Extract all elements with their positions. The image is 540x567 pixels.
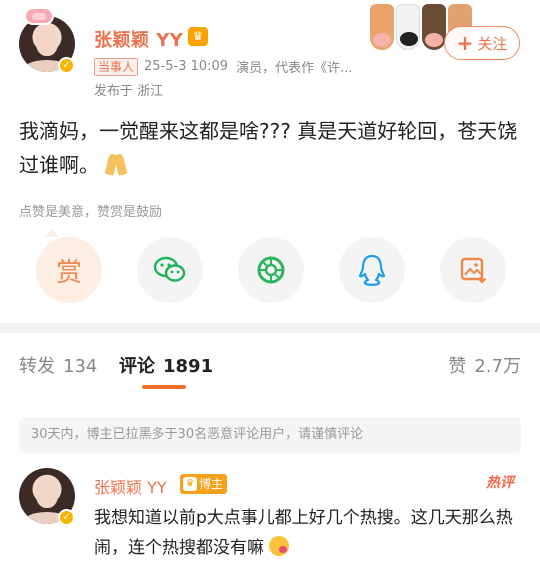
- share-moments-button[interactable]: [238, 237, 304, 303]
- tab-repost-count: 134: [63, 356, 98, 377]
- section-divider: [0, 323, 540, 333]
- share-row: 赏: [19, 237, 521, 303]
- tab-like-label: 赞: [448, 356, 467, 377]
- author-description: 演员，代表作《许...: [236, 61, 353, 76]
- vip-crown-icon: ♛: [188, 27, 208, 46]
- post-body: 我滴妈，一觉醒来这都是啥??? 真是天道好轮回，苍天饶过谁啊。: [19, 114, 521, 182]
- hot-comment-badge: 热评: [486, 475, 514, 491]
- comment-body: 我想知道以前p大点事儿都上好几个热搜。这几天那么热闹，连个热搜都没有嘛: [94, 503, 524, 563]
- tooltip-caret: [45, 229, 59, 237]
- post-text: 我滴妈，一觉醒来这都是啥??? 真是天道好轮回，苍天饶过谁啊。: [19, 119, 518, 177]
- verified-icon: ✓: [58, 57, 75, 74]
- reward-hint: 点赞是美意，赞赏是鼓励: [19, 205, 163, 220]
- tab-repost-label: 转发: [19, 356, 55, 377]
- active-tab-indicator: [142, 385, 186, 389]
- tab-like-count: 2.7万: [474, 356, 521, 377]
- commenter-name[interactable]: 张颖颖 YY: [94, 474, 167, 498]
- author-meta: 当事人 25-5-3 10:09 演员，代表作《许...: [94, 57, 352, 76]
- crown-icon: ♛: [183, 477, 197, 491]
- host-badge: ♛ 博主: [180, 474, 228, 494]
- post-timestamp: 25-5-3 10:09: [144, 59, 229, 74]
- plus-icon: +: [456, 31, 474, 55]
- follow-label: 关注: [477, 34, 508, 53]
- avatar-pendant-icon: [24, 7, 54, 25]
- pray-emoji-icon: [105, 153, 127, 175]
- comment-notice: 30天内，博主已拉黑多于30名恶意评论用户，请谨慎评论: [19, 417, 521, 453]
- paw-icon: [370, 4, 394, 50]
- follow-button[interactable]: + 关注: [444, 26, 520, 60]
- author-name[interactable]: 张颖颖 YY: [94, 26, 183, 52]
- host-badge-label: 博主: [199, 477, 224, 491]
- tab-repost[interactable]: 转发 134: [19, 352, 97, 378]
- reward-button[interactable]: 赏: [36, 237, 102, 303]
- tongue-emoji-icon: [269, 536, 290, 556]
- tab-like[interactable]: 赞 2.7万: [448, 352, 521, 378]
- reward-label: 赏: [55, 257, 82, 288]
- save-image-button[interactable]: [440, 237, 506, 303]
- tab-comment-label: 评论: [119, 356, 155, 377]
- wechat-icon: [153, 256, 186, 282]
- avatar-face: [36, 480, 58, 508]
- save-image-icon: [460, 257, 487, 284]
- tab-comment-count: 1891: [163, 356, 214, 377]
- qq-icon: [358, 254, 386, 286]
- share-wechat-button[interactable]: [137, 237, 203, 303]
- avatar-face: [36, 28, 58, 56]
- verified-icon: ✓: [58, 509, 75, 526]
- moments-icon: [257, 256, 285, 284]
- post-location: 发布于 浙江: [94, 84, 164, 99]
- party-badge: 当事人: [94, 57, 139, 76]
- share-qq-button[interactable]: [339, 237, 405, 303]
- comment-text: 我想知道以前p大点事儿都上好几个热搜。这几天那么热闹，连个热搜都没有嘛: [94, 508, 513, 558]
- paw-icon: [396, 4, 420, 50]
- tab-comment[interactable]: 评论 1891: [119, 352, 213, 378]
- paw-icon: [422, 4, 446, 50]
